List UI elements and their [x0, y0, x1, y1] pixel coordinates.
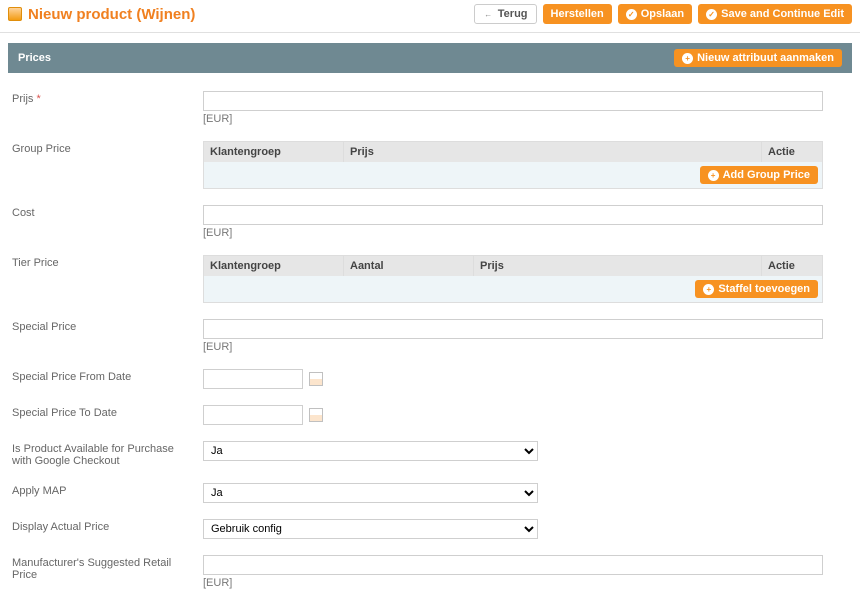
page-title: Nieuw product (Wijnen)	[28, 6, 195, 23]
display-actual-select[interactable]: Gebruik config	[203, 519, 538, 539]
col-header: Aantal	[344, 256, 474, 276]
add-tier-price-button[interactable]: +Staffel toevoegen	[695, 280, 818, 298]
special-to-input[interactable]	[203, 405, 303, 425]
cost-input[interactable]	[203, 205, 823, 225]
label: Is Product Available for Purchase with G…	[8, 441, 203, 467]
reset-button[interactable]: Herstellen	[543, 4, 612, 24]
special-from-input[interactable]	[203, 369, 303, 389]
price-input[interactable]	[203, 91, 823, 111]
google-checkout-select[interactable]: Ja	[203, 441, 538, 461]
plus-icon: +	[703, 284, 714, 295]
currency-hint: [EUR]	[203, 227, 852, 239]
currency-hint: [EUR]	[203, 341, 852, 353]
save-continue-button[interactable]: ✓Save and Continue Edit	[698, 4, 852, 24]
label: Group Price	[8, 141, 203, 155]
check-icon: ✓	[626, 9, 637, 20]
label: Special Price From Date	[8, 369, 203, 383]
col-header: Actie	[762, 142, 822, 162]
tier-price-table: Klantengroep Aantal Prijs Actie +Staffel…	[203, 255, 823, 303]
col-header: Actie	[762, 256, 822, 276]
label: Prijs	[12, 93, 33, 105]
label: Tier Price	[8, 255, 203, 269]
col-header: Klantengroep	[204, 142, 344, 162]
add-group-price-button[interactable]: +Add Group Price	[700, 166, 818, 184]
group-price-table: Klantengroep Prijs Actie +Add Group Pric…	[203, 141, 823, 189]
section-header: Prices +Nieuw attribuut aanmaken	[8, 43, 852, 73]
label: Special Price	[8, 319, 203, 333]
product-icon	[8, 7, 22, 21]
new-attribute-button[interactable]: +Nieuw attribuut aanmaken	[674, 49, 842, 67]
label: Special Price To Date	[8, 405, 203, 419]
label: Apply MAP	[8, 483, 203, 497]
msrp-input[interactable]	[203, 555, 823, 575]
currency-hint: [EUR]	[203, 577, 852, 589]
required-marker: *	[36, 93, 40, 105]
special-price-input[interactable]	[203, 319, 823, 339]
col-header: Prijs	[474, 256, 762, 276]
apply-map-select[interactable]: Ja	[203, 483, 538, 503]
currency-hint: [EUR]	[203, 113, 852, 125]
calendar-icon[interactable]	[309, 372, 323, 386]
back-icon: ←	[483, 9, 494, 20]
label: Cost	[8, 205, 203, 219]
section-title: Prices	[18, 52, 51, 64]
check-icon: ✓	[706, 9, 717, 20]
col-header: Prijs	[344, 142, 762, 162]
label: Display Actual Price	[8, 519, 203, 533]
col-header: Klantengroep	[204, 256, 344, 276]
plus-icon: +	[682, 53, 693, 64]
plus-icon: +	[708, 170, 719, 181]
back-button[interactable]: ←Terug	[474, 4, 537, 24]
save-button[interactable]: ✓Opslaan	[618, 4, 692, 24]
calendar-icon[interactable]	[309, 408, 323, 422]
